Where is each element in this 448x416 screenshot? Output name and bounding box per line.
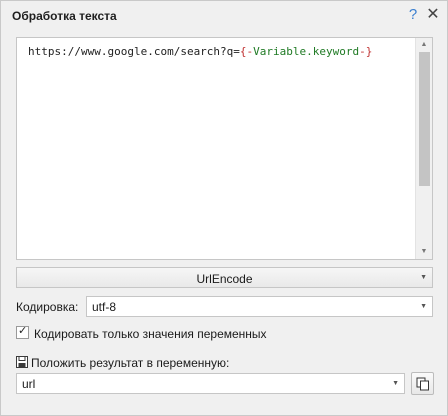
scroll-down-icon[interactable]: ▼: [416, 245, 432, 259]
encoding-dropdown[interactable]: utf-8 ▼: [86, 296, 433, 317]
copy-icon: [416, 377, 429, 391]
save-icon: [16, 356, 28, 368]
text-processing-dialog: Обработка текста ? ✕ https://www.google.…: [0, 0, 448, 416]
method-dropdown[interactable]: UrlEncode ▼: [16, 267, 433, 288]
copy-button[interactable]: [411, 372, 434, 395]
help-icon[interactable]: ?: [405, 5, 421, 25]
chevron-down-icon[interactable]: ▼: [420, 297, 427, 316]
url-text: https://www.google.com/search?q=: [28, 45, 240, 58]
chevron-down-icon[interactable]: ▼: [392, 374, 399, 393]
encode-variables-only-label[interactable]: Кодировать только значения переменных: [34, 327, 267, 341]
macro-variable: Variable.keyword: [253, 45, 360, 58]
encode-variables-only-checkbox[interactable]: ✓: [16, 325, 29, 339]
encoding-label: Кодировка:: [16, 300, 79, 314]
scrollbar-thumb[interactable]: [419, 52, 430, 186]
title-bar: Обработка текста ? ✕: [1, 1, 447, 31]
result-variable-label: Положить результат в переменную:: [31, 356, 230, 370]
dialog-title: Обработка текста: [12, 9, 117, 23]
scroll-up-icon[interactable]: ▲: [416, 38, 432, 52]
macro-open-brace: {-: [239, 45, 254, 58]
checkmark-icon: ✓: [18, 325, 28, 337]
macro-close-brace: -}: [359, 45, 373, 58]
result-variable-dropdown[interactable]: url ▼: [16, 373, 405, 394]
chevron-down-icon[interactable]: ▼: [420, 268, 427, 287]
vertical-scrollbar[interactable]: ▲ ▼: [415, 38, 432, 259]
text-editor[interactable]: https://www.google.com/search?q={-Variab…: [16, 37, 433, 260]
encoding-selected: utf-8: [92, 300, 117, 314]
result-variable-selected: url: [22, 377, 36, 391]
method-selected: UrlEncode: [196, 272, 253, 286]
editor-content[interactable]: https://www.google.com/search?q={-Variab…: [28, 45, 372, 58]
close-icon[interactable]: ✕: [425, 5, 441, 25]
